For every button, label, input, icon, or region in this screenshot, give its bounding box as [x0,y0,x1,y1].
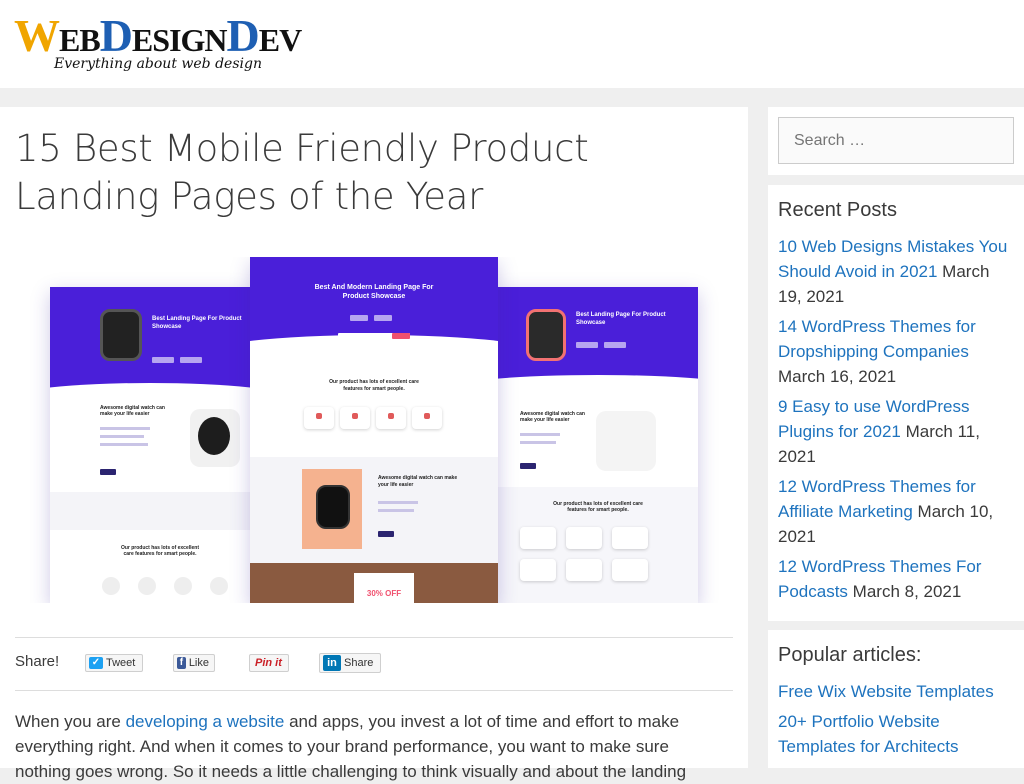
logo-letter: D [226,10,260,61]
center-mockup-heading: Best And Modern Landing Page For Product… [314,284,434,300]
center-mockup-promo: 30% OFF [366,589,402,598]
logo-letter: W [14,10,60,61]
center-mockup-features: Our product has lots of excellent care f… [329,379,419,392]
recent-posts-title: Recent Posts [778,199,897,221]
left-mockup-features: Our product has lots of excellent care f… [120,545,200,557]
recent-post-item: 14 WordPress Themes for Dropshipping Com… [778,314,1008,389]
right-mockup-section: Awesome digital watch can make your life… [520,411,585,423]
tweet-button[interactable]: ✓ Tweet [85,654,143,672]
tweet-label: Tweet [106,657,136,669]
site-header: WEBDESIGNDEV Everything about web design [0,0,1024,88]
left-mockup: Best Landing Page For Product Showcase A… [50,287,250,603]
linkedin-share-button[interactable]: in Share [319,653,381,673]
popular-article-link[interactable]: Free Wix Website Templates [778,682,994,701]
developing-website-link[interactable]: developing a website [126,712,285,731]
center-mockup: Best And Modern Landing Page For Product… [250,257,498,603]
recent-post-item: 10 Web Designs Mistakes You Should Avoid… [778,234,1008,309]
post-title: 15 Best Mobile Friendly Product Landing … [15,127,589,218]
popular-article-item: Free Wix Website Templates [778,679,1008,704]
watch-image [596,411,656,471]
center-mockup-section: Awesome digital watch can make your life… [378,475,458,488]
recent-post-item: 12 WordPress Themes For Podcasts March 8… [778,554,1008,604]
logo-letters: EB [59,22,101,58]
recent-post-item: 9 Easy to use WordPress Plugins for 2021… [778,394,1008,469]
facebook-like-button[interactable]: f Like [173,654,215,672]
share-label: Share! [15,653,60,670]
right-mockup: Best Landing Page For Product Showcase A… [498,287,698,603]
post-date: March 8, 2021 [852,582,962,601]
post-date: March 16, 2021 [778,367,897,386]
watch-image [100,309,142,361]
popular-article-link[interactable]: 20+ Portfolio Website Templates for Arch… [778,712,958,756]
logo-letters: EV [258,22,302,58]
popular-article-item: 20+ Portfolio Website Templates for Arch… [778,709,1008,759]
search-widget [768,107,1024,175]
popular-articles-widget: Popular articles: Free Wix Website Templ… [768,630,1024,768]
article: 15 Best Mobile Friendly Product Landing … [0,107,748,781]
watch-image [316,485,350,529]
recent-posts-widget: Recent Posts 10 Web Designs Mistakes You… [768,185,1024,621]
search-input[interactable] [778,117,1014,164]
logo-letter: D [99,10,133,61]
recent-post-item: 12 WordPress Themes for Affiliate Market… [778,474,1008,549]
intro-text: When you are [15,712,126,731]
twitter-icon: ✓ [89,657,103,669]
recent-posts-list: 10 Web Designs Mistakes You Should Avoid… [778,234,1008,609]
share-bar: Share! ✓ Tweet f Like Pin it in Share [15,637,733,691]
right-mockup-features: Our product has lots of excellent care f… [553,501,643,513]
right-mockup-heading: Best Landing Page For Product Showcase [576,312,666,326]
watch-image [526,309,566,361]
left-mockup-heading: Best Landing Page For Product Showcase [152,316,242,330]
popular-articles-list: Free Wix Website Templates 20+ Portfolio… [778,679,1008,764]
facebook-icon: f [177,657,186,669]
linkedin-icon: in [323,655,341,671]
popular-articles-title: Popular articles: [778,644,922,666]
site-tagline: Everything about web design [54,56,262,72]
intro-text: and about the landing [522,762,687,781]
pinterest-button[interactable]: Pin it [249,654,289,672]
recent-post-link[interactable]: 14 WordPress Themes for Dropshipping Com… [778,317,976,361]
left-mockup-section: Awesome digital watch can make your life… [100,405,165,417]
logo-wordmark: WEBDESIGNDEV [14,13,302,62]
site-logo[interactable]: WEBDESIGNDEV Everything about web design [14,13,302,73]
like-label: Like [188,657,209,669]
pinit-label: Pin it [255,657,282,669]
linkedin-label: Share [344,657,374,669]
logo-letters: ESIGN [131,22,228,58]
featured-image: Best Landing Page For Product Showcase A… [30,257,720,603]
intro-paragraph: When you are developing a website and ap… [15,709,720,784]
